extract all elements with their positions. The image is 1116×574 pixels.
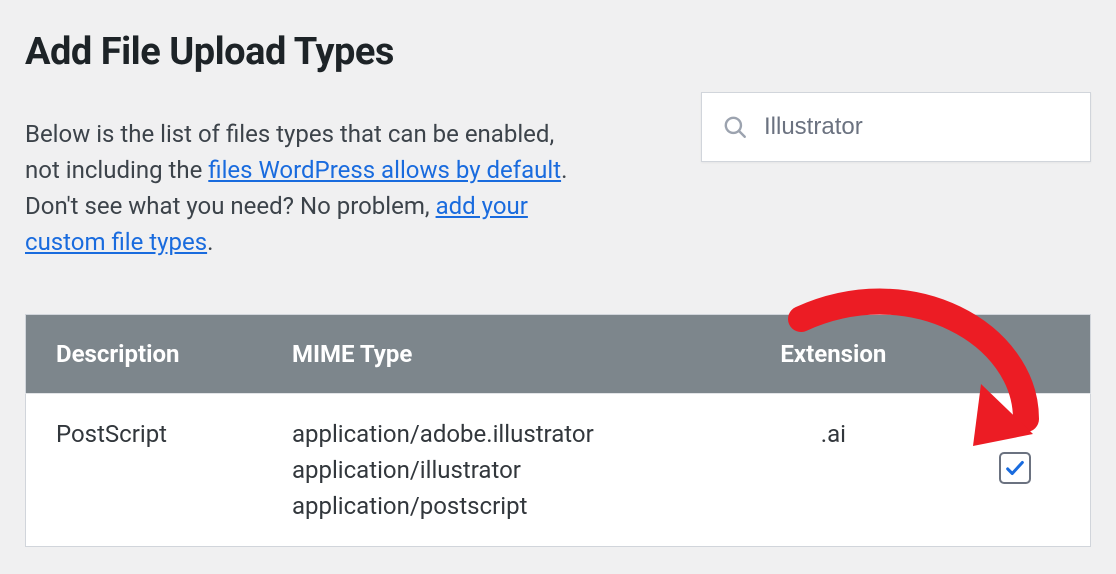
mime-line: application/adobe.illustrator <box>292 416 697 452</box>
search-box[interactable] <box>701 92 1091 162</box>
search-input[interactable] <box>762 112 1070 142</box>
search-icon <box>722 114 748 140</box>
table-row: PostScript application/adobe.illustrator… <box>26 394 1091 547</box>
checkmark-icon <box>1004 457 1026 479</box>
file-types-table: Description MIME Type Extension PostScri… <box>25 314 1091 547</box>
mime-line: application/illustrator <box>292 452 697 488</box>
enable-checkbox[interactable] <box>999 452 1031 484</box>
cell-extension: .ai <box>727 394 940 547</box>
cell-mime: application/adobe.illustrator applicatio… <box>262 394 727 547</box>
mime-line: application/postscript <box>292 488 697 524</box>
desc-text-end: . <box>207 228 213 256</box>
col-header-description: Description <box>26 315 262 394</box>
page-description: Below is the list of files types that ca… <box>25 116 585 260</box>
cell-description: PostScript <box>26 394 262 547</box>
col-header-extension: Extension <box>727 315 940 394</box>
col-header-enable <box>940 315 1091 394</box>
page-title: Add File Upload Types <box>25 30 1091 74</box>
col-header-mime: MIME Type <box>262 315 727 394</box>
default-files-link[interactable]: files WordPress allows by default <box>208 156 561 184</box>
